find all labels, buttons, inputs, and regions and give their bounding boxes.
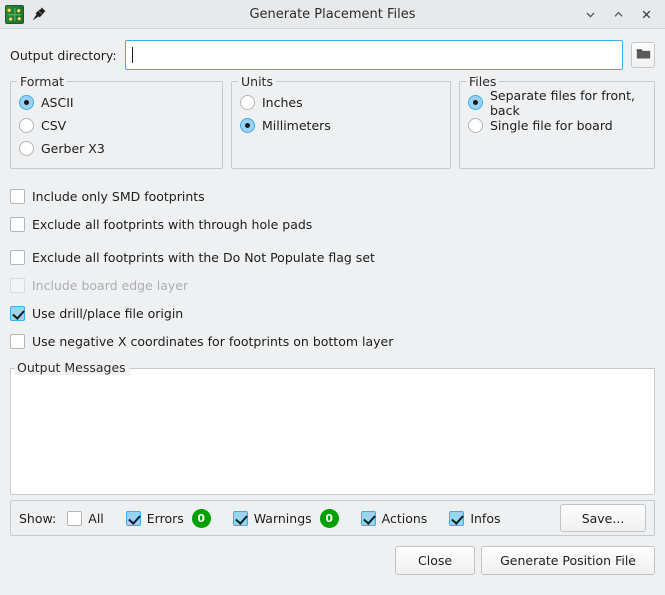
- save-button[interactable]: Save...: [560, 504, 646, 532]
- radio-icon: [240, 95, 255, 110]
- filter-warnings[interactable]: Warnings 0: [232, 508, 339, 528]
- units-option-inches[interactable]: Inches: [240, 91, 442, 114]
- options-checklist: Include only SMD footprints Exclude all …: [10, 169, 655, 355]
- files-group: Files Separate files for front, back Sin…: [459, 74, 655, 169]
- checkbox-icon: [10, 277, 25, 293]
- checkbox-icon: [10, 333, 25, 349]
- checkbox-icon: [10, 249, 25, 265]
- option-include-board-edge: Include board edge layer: [10, 271, 655, 299]
- option-label: Include board edge layer: [32, 277, 189, 293]
- output-directory-input[interactable]: [124, 40, 623, 70]
- filter-label: Errors: [146, 510, 184, 526]
- filter-errors[interactable]: Errors 0: [125, 508, 211, 528]
- files-option-separate[interactable]: Separate files for front, back: [468, 88, 646, 118]
- format-group-title: Format: [17, 74, 68, 89]
- option-label: Exclude all footprints with the Do Not P…: [32, 249, 375, 265]
- option-exclude-dnp[interactable]: Exclude all footprints with the Do Not P…: [10, 243, 655, 271]
- radio-icon: [19, 95, 34, 110]
- units-group-title: Units: [238, 74, 276, 89]
- output-directory-row: Output directory:: [10, 29, 655, 81]
- units-group: Units Inches Millimeters: [231, 74, 451, 169]
- radio-icon: [468, 95, 483, 110]
- format-option-csv[interactable]: CSV: [19, 114, 214, 137]
- filter-label: Actions: [381, 510, 428, 526]
- filter-label: Warnings: [253, 510, 312, 526]
- files-option-label: Separate files for front, back: [490, 87, 635, 118]
- checkbox-icon: [67, 510, 83, 526]
- title-bar-icons: [0, 4, 48, 24]
- format-option-label: Gerber X3: [41, 141, 105, 156]
- dialog-content: Output directory: Format ASCII CSV Gerbe…: [0, 29, 665, 536]
- format-option-ascii[interactable]: ASCII: [19, 91, 214, 114]
- maximize-button[interactable]: [605, 2, 631, 26]
- folder-icon: [636, 47, 651, 63]
- text-caret: [131, 47, 133, 63]
- message-filter-bar: Show: All Errors 0 Warnings 0 Actions In…: [10, 500, 655, 536]
- radio-icon: [19, 118, 34, 133]
- window-title: Generate Placement Files: [249, 6, 416, 22]
- close-button-footer[interactable]: Close: [395, 546, 476, 575]
- option-label: Exclude all footprints with through hole…: [32, 216, 313, 232]
- files-group-title: Files: [466, 74, 500, 89]
- option-include-only-smd[interactable]: Include only SMD footprints: [10, 182, 655, 210]
- files-option-label: Single file for board: [490, 118, 613, 133]
- output-directory-label: Output directory:: [10, 47, 117, 63]
- option-label: Use drill/place file origin: [32, 305, 184, 321]
- generate-position-file-button[interactable]: Generate Position File: [481, 546, 655, 575]
- filter-infos[interactable]: Infos: [449, 510, 501, 526]
- kicad-pcb-icon: [5, 4, 24, 24]
- close-button[interactable]: [633, 2, 659, 26]
- checkbox-icon: [10, 305, 25, 321]
- radio-icon: [468, 118, 483, 133]
- title-bar: Generate Placement Files: [0, 0, 665, 29]
- option-negative-x-bottom[interactable]: Use negative X coordinates for footprint…: [10, 327, 655, 355]
- checkbox-icon: [125, 510, 141, 526]
- pin-icon[interactable]: [30, 5, 48, 23]
- radio-icon: [19, 141, 34, 156]
- units-option-label: Millimeters: [262, 118, 331, 133]
- output-messages-title: Output Messages: [15, 360, 130, 375]
- show-label: Show:: [19, 510, 57, 526]
- checkbox-icon: [10, 188, 25, 204]
- dialog-footer: Close Generate Position File: [0, 536, 665, 575]
- output-messages-area[interactable]: [11, 378, 654, 494]
- output-messages-group: Output Messages: [10, 360, 655, 495]
- radio-icon: [240, 118, 255, 133]
- format-group: Format ASCII CSV Gerber X3: [10, 74, 223, 169]
- units-option-label: Inches: [262, 95, 303, 110]
- option-label: Use negative X coordinates for footprint…: [32, 333, 394, 349]
- minimize-button[interactable]: [577, 2, 603, 26]
- option-label: Include only SMD footprints: [32, 188, 205, 204]
- option-exclude-through-hole[interactable]: Exclude all footprints with through hole…: [10, 210, 655, 238]
- window-controls: [577, 2, 665, 26]
- warnings-count-badge: 0: [319, 508, 339, 528]
- filter-all[interactable]: All: [67, 510, 104, 526]
- checkbox-icon: [10, 216, 25, 232]
- option-groups: Format ASCII CSV Gerber X3 Units Inches: [10, 74, 655, 169]
- units-option-millimeters[interactable]: Millimeters: [240, 114, 442, 137]
- filter-actions[interactable]: Actions: [360, 510, 428, 526]
- format-option-label: CSV: [41, 118, 67, 133]
- filter-label: Infos: [470, 510, 501, 526]
- checkbox-icon: [232, 510, 248, 526]
- errors-count-badge: 0: [191, 508, 211, 528]
- checkbox-icon: [360, 510, 376, 526]
- format-option-label: ASCII: [41, 95, 74, 110]
- browse-folder-button[interactable]: [631, 42, 655, 68]
- format-option-gerber-x3[interactable]: Gerber X3: [19, 137, 214, 160]
- checkbox-icon: [449, 510, 465, 526]
- filter-label: All: [88, 510, 104, 526]
- option-use-drill-place-origin[interactable]: Use drill/place file origin: [10, 299, 655, 327]
